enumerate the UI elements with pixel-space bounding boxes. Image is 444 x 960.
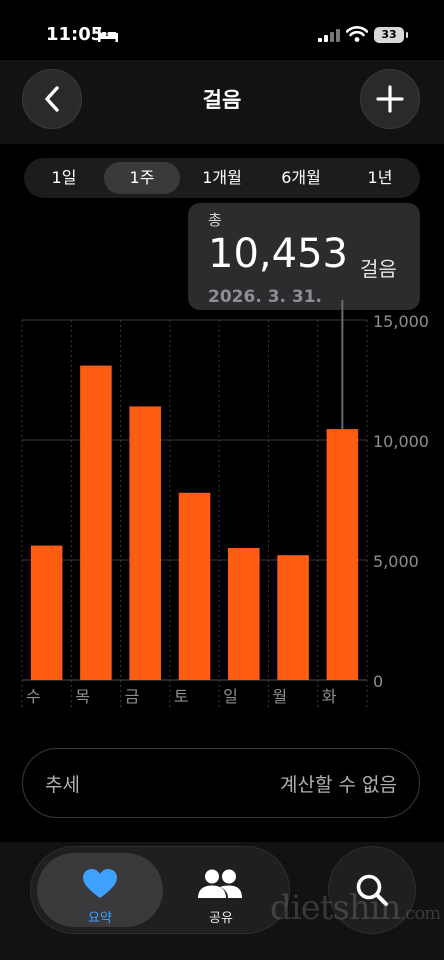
plus-icon bbox=[376, 85, 404, 113]
x-tick-label: 일 bbox=[223, 687, 238, 706]
tooltip-label: 총 bbox=[208, 211, 222, 229]
range-1m[interactable]: 1개월 bbox=[184, 162, 260, 194]
range-selector: 1일 1주 1개월 6개월 1년 bbox=[24, 158, 420, 198]
x-tick-label: 월 bbox=[272, 687, 287, 706]
bar-일 bbox=[228, 548, 260, 680]
nav-header: 걸음 bbox=[0, 60, 444, 144]
range-6m[interactable]: 6개월 bbox=[262, 162, 340, 194]
x-tick-label: 목 bbox=[75, 687, 90, 706]
x-tick-label: 금 bbox=[125, 687, 140, 706]
trend-value: 계산할 수 없음 bbox=[280, 774, 397, 796]
bar-월 bbox=[277, 555, 309, 680]
tooltip-unit: 걸음 bbox=[360, 257, 397, 281]
add-button[interactable] bbox=[360, 69, 420, 129]
bar-목 bbox=[80, 365, 112, 680]
trend-label: 추세 bbox=[45, 774, 80, 796]
wifi-icon bbox=[346, 26, 368, 42]
bed-icon bbox=[98, 29, 118, 42]
range-1w[interactable]: 1주 bbox=[104, 162, 180, 194]
range-1y[interactable]: 1년 bbox=[342, 162, 418, 194]
watermark-main: dietshin bbox=[270, 888, 402, 928]
watermark-suffix: .com bbox=[400, 903, 442, 924]
x-tick-label: 토 bbox=[174, 687, 189, 706]
y-tick-label: 5,000 bbox=[373, 552, 419, 571]
x-tick-label: 화 bbox=[322, 687, 337, 706]
tab-summary-label: 요약 bbox=[88, 911, 112, 926]
range-1d[interactable]: 1일 bbox=[28, 162, 100, 194]
people-icon[interactable] bbox=[197, 869, 243, 899]
tooltip-value: 10,453 bbox=[208, 231, 348, 277]
bar-화 bbox=[326, 429, 359, 680]
signal-icon bbox=[318, 29, 340, 42]
bar-토 bbox=[178, 492, 211, 680]
watermark: dietshin.com bbox=[270, 888, 442, 928]
tab-bar: 요약 공유 bbox=[30, 846, 290, 934]
bar-금 bbox=[129, 406, 161, 680]
y-tick-label: 0 bbox=[373, 672, 383, 691]
y-tick-label: 15,000 bbox=[373, 312, 429, 331]
bar-수 bbox=[30, 545, 63, 680]
selection-tooltip: 총 10,453 걸음 2026. 3. 31. bbox=[188, 203, 420, 310]
status-bar: 11:05 33 bbox=[0, 0, 444, 60]
status-time: 11:05 bbox=[46, 24, 104, 45]
x-tick-label: 수 bbox=[26, 687, 41, 706]
battery-indicator: 33 bbox=[374, 27, 408, 43]
steps-chart[interactable]: 15,000 10,000 5,000 0 수 목 금 토 일 월 화 bbox=[0, 300, 444, 720]
trend-card[interactable]: 추세 계산할 수 없음 bbox=[22, 748, 420, 818]
heart-icon bbox=[83, 869, 117, 898]
tab-share-label: 공유 bbox=[209, 911, 233, 926]
y-tick-label: 10,000 bbox=[373, 432, 429, 451]
